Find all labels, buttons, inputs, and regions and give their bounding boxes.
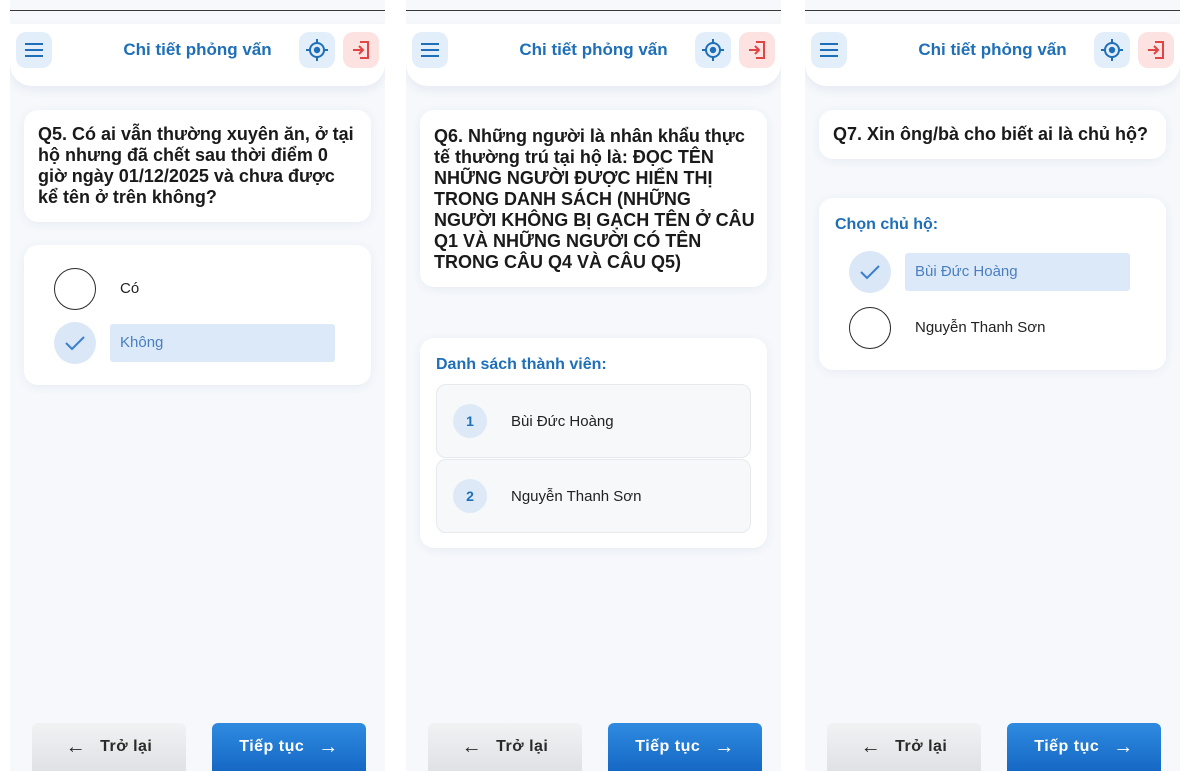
screen-q7: Chi tiết phỏng vấn Q7. Xin ông/bà cho bi…: [805, 0, 1180, 771]
next-label: Tiếp tục: [239, 738, 305, 755]
logout-icon: [749, 41, 765, 59]
logout-icon: [353, 41, 369, 59]
option-label: Nguyễn Thanh Sơn: [915, 319, 1046, 336]
list-item[interactable]: 1 Bùi Đức Hoàng: [436, 384, 751, 458]
back-label: Trở lại: [895, 738, 948, 755]
radio-unchecked[interactable]: [849, 307, 891, 349]
member-number-badge: 2: [453, 479, 487, 513]
question-card: Q6. Những người là nhân khẩu thực tế thư…: [420, 110, 767, 287]
radio-checked[interactable]: [849, 251, 891, 293]
option-co[interactable]: Có: [54, 268, 335, 310]
gps-target-icon: [1101, 39, 1123, 61]
arrow-right-icon: →: [318, 735, 339, 758]
question-card: Q5. Có ai vẫn thường xuyên ăn, ở tại hộ …: [24, 110, 371, 222]
back-button[interactable]: ← Trở lại: [32, 723, 186, 771]
answer-card: Chọn chủ hộ: Bùi Đức Hoàng Nguyễn Thanh …: [819, 198, 1166, 370]
app-header: Chi tiết phỏng vấn: [805, 24, 1180, 86]
next-button[interactable]: Tiếp tục →: [1007, 723, 1161, 771]
option-label: Bùi Đức Hoàng: [905, 253, 1130, 291]
app-header: Chi tiết phỏng vấn: [10, 24, 385, 86]
next-label: Tiếp tục: [635, 738, 701, 755]
back-label: Trở lại: [100, 738, 153, 755]
member-name: Nguyễn Thanh Sơn: [511, 487, 642, 505]
check-icon: [860, 265, 880, 280]
arrow-right-icon: →: [1113, 735, 1134, 758]
member-number-badge: 1: [453, 404, 487, 438]
next-label: Tiếp tục: [1034, 738, 1100, 755]
gps-target-icon: [702, 39, 724, 61]
list-title: Chọn chủ hộ:: [835, 216, 939, 233]
option-label: Không: [110, 324, 335, 362]
next-button[interactable]: Tiếp tục →: [608, 723, 762, 771]
option-label: Có: [120, 280, 140, 297]
answer-card: Có Không: [24, 245, 371, 385]
member-list-card: Danh sách thành viên: 1 Bùi Đức Hoàng 2 …: [420, 338, 767, 548]
arrow-left-icon: ←: [461, 735, 483, 758]
option-bui-duc-hoang[interactable]: Bùi Đức Hoàng: [849, 251, 1130, 293]
arrow-left-icon: ←: [860, 735, 882, 758]
option-khong[interactable]: Không: [54, 322, 335, 364]
gps-target-icon: [306, 39, 328, 61]
option-nguyen-thanh-son[interactable]: Nguyễn Thanh Sơn: [849, 307, 1130, 349]
location-button[interactable]: [1094, 32, 1130, 68]
screen-q5: Chi tiết phỏng vấn Q5. Có ai vẫn thường …: [10, 0, 385, 771]
logout-button[interactable]: [1138, 32, 1174, 68]
back-label: Trở lại: [496, 738, 549, 755]
back-button[interactable]: ← Trở lại: [428, 723, 582, 771]
app-header: Chi tiết phỏng vấn: [406, 24, 781, 86]
check-icon: [65, 336, 85, 351]
back-button[interactable]: ← Trở lại: [827, 723, 981, 771]
member-name: Bùi Đức Hoàng: [511, 412, 614, 430]
location-button[interactable]: [299, 32, 335, 68]
radio-checked[interactable]: [54, 322, 96, 364]
arrow-right-icon: →: [714, 735, 735, 758]
question-card: Q7. Xin ông/bà cho biết ai là chủ hộ?: [819, 110, 1166, 159]
logout-button[interactable]: [739, 32, 775, 68]
next-button[interactable]: Tiếp tục →: [212, 723, 366, 771]
radio-unchecked[interactable]: [54, 268, 96, 310]
list-item[interactable]: 2 Nguyễn Thanh Sơn: [436, 459, 751, 533]
logout-button[interactable]: [343, 32, 379, 68]
arrow-left-icon: ←: [65, 735, 87, 758]
location-button[interactable]: [695, 32, 731, 68]
list-title: Danh sách thành viên:: [436, 356, 607, 373]
screen-q6: Chi tiết phỏng vấn Q6. Những người là nh…: [406, 0, 781, 771]
logout-icon: [1148, 41, 1164, 59]
